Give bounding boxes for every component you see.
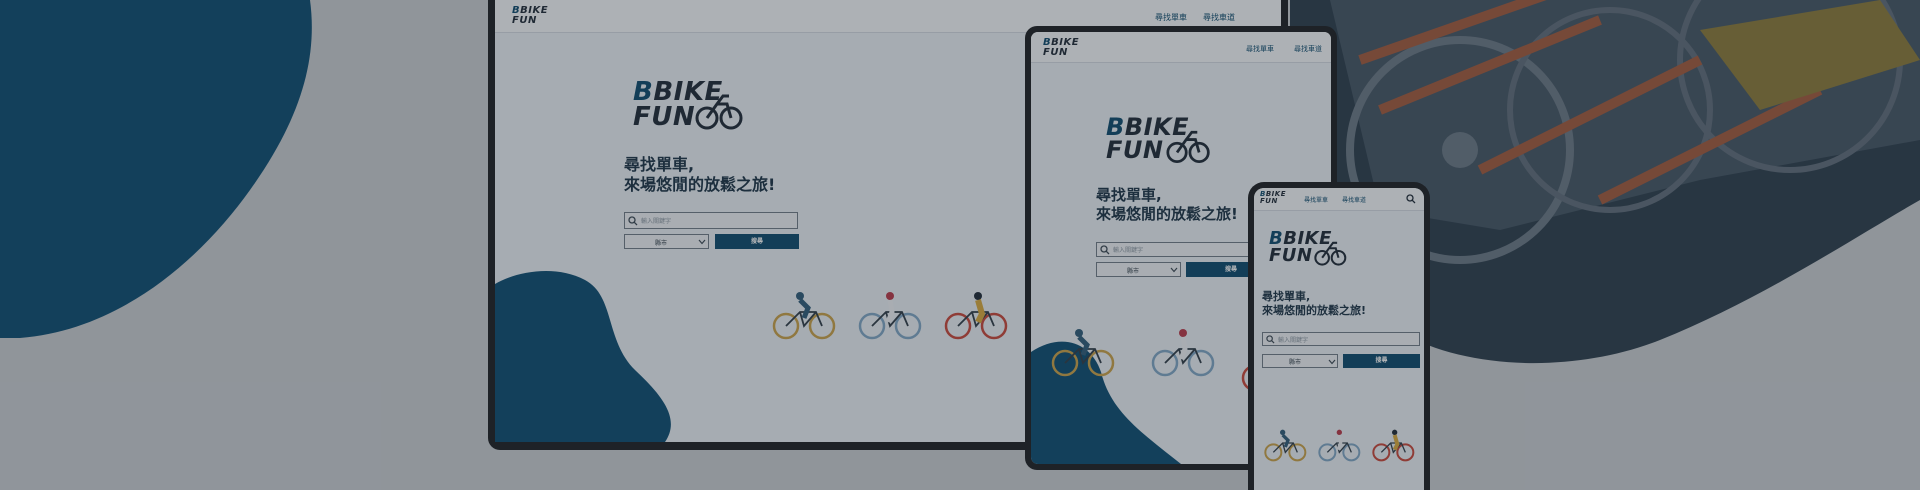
search-button[interactable]: 搜尋 [1343, 354, 1420, 368]
nav-find-bikes-link[interactable]: 尋找單車 [1246, 44, 1274, 54]
city-select[interactable]: 縣市 [624, 234, 709, 249]
bicycle-icon [1051, 329, 1115, 377]
search-placeholder: 輸入關鍵字 [641, 218, 672, 225]
phone-screen: BBIKE FUN 尋找單車 尋找車道 BBIKE FUN 尋找單車, 來場悠閒… [1254, 188, 1424, 490]
logo[interactable]: BBIKE FUN [512, 6, 548, 25]
nav-find-bikes-link[interactable]: 尋找單車 [1304, 195, 1328, 204]
search-input[interactable]: 輸入關鍵字 [1096, 242, 1256, 257]
nav-find-bikes-link[interactable]: 尋找單車 [1155, 12, 1187, 23]
nav-find-routes-link[interactable]: 尋找車道 [1203, 12, 1235, 23]
bicycle-icon [1264, 429, 1307, 462]
city-select-value: 縣市 [655, 240, 668, 247]
logo-bicycle-icon [695, 94, 743, 130]
search-input[interactable]: 輸入關鍵字 [1262, 332, 1420, 346]
search-icon [1266, 335, 1275, 344]
logo-bicycle-icon [1314, 241, 1347, 266]
hero-slogan: 尋找單車, 來場悠閒的放鬆之旅! [1096, 186, 1238, 223]
showcase-stage: BBIKE FUN 尋找單車 尋找車道 BBIKE FUN 尋找單車, 來場悠閒… [0, 0, 1920, 490]
city-select-value: 縣市 [1289, 359, 1302, 366]
nav-find-routes-link[interactable]: 尋找車道 [1342, 195, 1366, 204]
search-icon [628, 216, 638, 226]
phone-navbar: BBIKE FUN 尋找單車 尋找車道 [1254, 188, 1424, 211]
bicycle-icon [944, 292, 1008, 340]
hero-slogan: 尋找單車, 來場悠閒的放鬆之旅! [624, 155, 776, 194]
logo-bicycle-icon [1166, 130, 1210, 164]
bicycle-icon [858, 292, 922, 340]
bicycle-icon [1318, 429, 1361, 462]
search-button[interactable]: 搜尋 [715, 234, 799, 249]
hero-blob [495, 271, 671, 442]
logo[interactable]: BBIKE FUN [1043, 38, 1079, 57]
chevron-down-icon [698, 239, 706, 245]
phone-mockup: BBIKE FUN 尋找單車 尋找車道 BBIKE FUN 尋找單車, 來場悠閒… [1248, 182, 1430, 490]
search-input[interactable]: 輸入關鍵字 [624, 212, 798, 229]
chevron-down-icon [1328, 359, 1336, 365]
search-icon[interactable] [1406, 194, 1416, 204]
bicycle-icon [772, 292, 836, 340]
city-select-value: 縣市 [1127, 268, 1140, 275]
search-placeholder: 輸入關鍵字 [1113, 247, 1144, 254]
search-placeholder: 輸入關鍵字 [1278, 337, 1309, 344]
hero-slogan: 尋找單車, 來場悠閒的放鬆之旅! [1262, 290, 1367, 317]
tablet-navbar: BBIKE FUN 尋找單車 尋找車道 [1031, 32, 1331, 63]
bicycle-icon [1151, 329, 1215, 377]
city-select[interactable]: 縣市 [1262, 354, 1338, 368]
city-select[interactable]: 縣市 [1096, 262, 1181, 277]
search-icon [1100, 245, 1110, 255]
logo[interactable]: BBIKE FUN [1260, 191, 1286, 204]
nav-find-routes-link[interactable]: 尋找車道 [1294, 44, 1322, 54]
chevron-down-icon [1170, 267, 1178, 273]
bicycle-icon [1372, 429, 1415, 462]
